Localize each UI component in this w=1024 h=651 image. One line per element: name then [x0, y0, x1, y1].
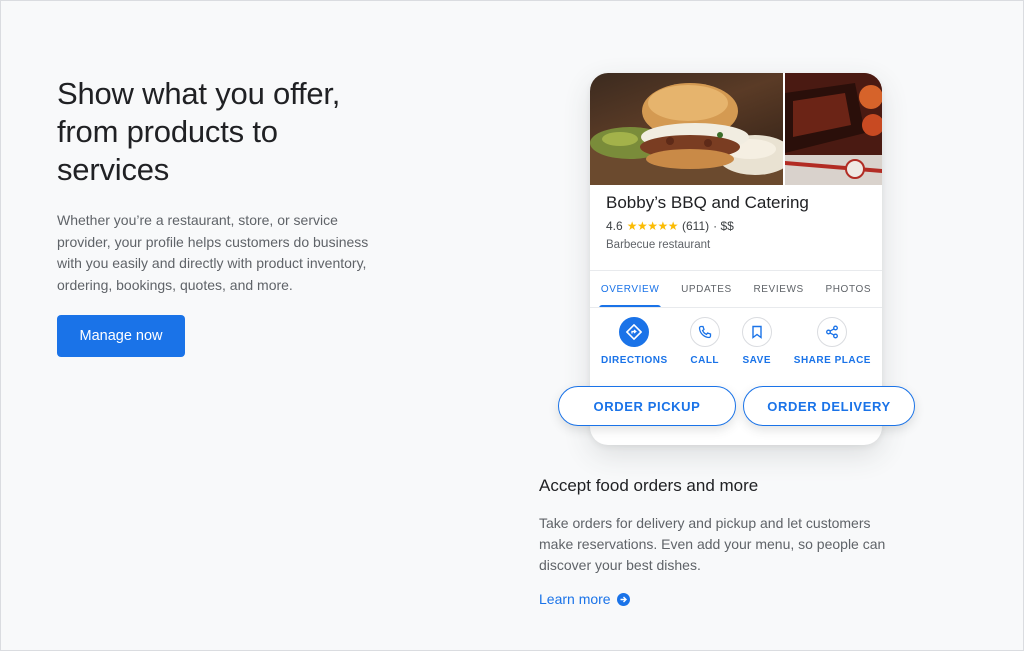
business-category: Barbecue restaurant — [606, 239, 711, 251]
price-level: · $$ — [713, 219, 734, 233]
tab-reviews[interactable]: REVIEWS — [751, 276, 805, 303]
sandwich-photo[interactable] — [590, 73, 783, 185]
rating-row: 4.6 ★★★★★ (611) · $$ — [606, 219, 734, 233]
tab-updates[interactable]: UPDATES — [679, 276, 734, 303]
manage-now-button[interactable]: Manage now — [57, 315, 185, 357]
hero-description: Whether you’re a restaurant, store, or s… — [57, 212, 369, 293]
share-place-button[interactable]: SHARE PLACE — [794, 317, 871, 366]
feature-title: Accept food orders and more — [539, 476, 759, 495]
save-label: SAVE — [742, 355, 771, 366]
page-frame: Show what you offer, from products to se… — [0, 0, 1024, 651]
directions-button[interactable]: DIRECTIONS — [601, 317, 668, 366]
order-pickup-button[interactable]: ORDER PICKUP — [558, 386, 736, 426]
share-place-label: SHARE PLACE — [793, 355, 871, 366]
star-rating-icon: ★★★★★ — [626, 219, 679, 233]
learn-more-label: Learn more — [539, 591, 611, 607]
learn-more-link[interactable]: Learn more — [539, 591, 630, 607]
ribs-photo[interactable] — [785, 73, 882, 185]
divider — [590, 307, 882, 308]
quick-actions: DIRECTIONS CALL SAVE SHARE PLACE — [590, 317, 882, 366]
call-button[interactable]: CALL — [689, 317, 720, 366]
feature-description: Take orders for delivery and pickup and … — [539, 515, 886, 573]
directions-label: DIRECTIONS — [601, 355, 668, 366]
arrow-right-circle-icon — [616, 592, 630, 606]
page-title: Show what you offer, from products to se… — [57, 76, 341, 187]
profile-tabs: OVERVIEW UPDATES REVIEWS PHOTOS — [590, 271, 882, 308]
call-label: CALL — [690, 355, 720, 366]
order-delivery-button[interactable]: ORDER DELIVERY — [743, 386, 915, 426]
rating-value: 4.6 — [606, 219, 623, 233]
phone-icon — [689, 317, 720, 347]
review-count[interactable]: (611) — [682, 219, 709, 233]
tab-overview[interactable]: OVERVIEW — [598, 276, 662, 308]
share-icon — [817, 317, 848, 347]
save-button[interactable]: SAVE — [741, 317, 772, 366]
directions-icon — [619, 317, 650, 347]
business-name[interactable]: Bobby’s BBQ and Catering — [606, 193, 809, 213]
tab-photos[interactable]: PHOTOS — [823, 276, 873, 303]
bookmark-icon — [741, 317, 772, 347]
business-photos — [590, 73, 882, 185]
